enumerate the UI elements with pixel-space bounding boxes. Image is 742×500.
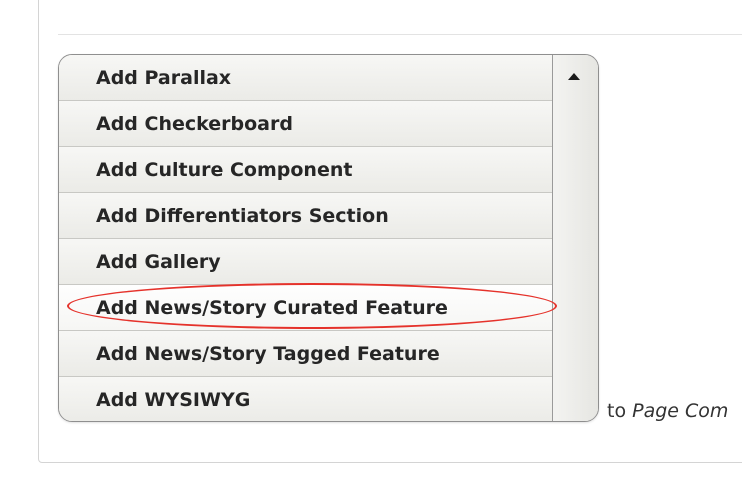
add-component-dropdown[interactable]: Add Parallax Add Checkerboard Add Cultur… [58, 54, 599, 422]
dropdown-options: Add Parallax Add Checkerboard Add Cultur… [59, 55, 552, 421]
add-to-prefix: to [607, 400, 633, 422]
option-add-checkerboard[interactable]: Add Checkerboard [59, 101, 552, 147]
panel-divider [58, 34, 742, 35]
option-add-news-story-tagged-feature[interactable]: Add News/Story Tagged Feature [59, 331, 552, 377]
option-add-culture-component[interactable]: Add Culture Component [59, 147, 552, 193]
option-add-news-story-curated-feature[interactable]: Add News/Story Curated Feature [59, 285, 552, 331]
option-add-wysiwyg[interactable]: Add WYSIWYG [59, 377, 552, 421]
option-add-differentiators-section[interactable]: Add Differentiators Section [59, 193, 552, 239]
option-add-gallery[interactable]: Add Gallery [59, 239, 552, 285]
dropdown-scrollbar[interactable] [552, 55, 598, 421]
option-add-parallax[interactable]: Add Parallax [59, 55, 552, 101]
scroll-up-arrow-icon[interactable] [568, 73, 580, 80]
target-page-name: Page Com [632, 400, 729, 422]
page: Add Parallax Add Checkerboard Add Cultur… [0, 0, 742, 500]
add-to-target-text: to Page Com [607, 400, 728, 422]
